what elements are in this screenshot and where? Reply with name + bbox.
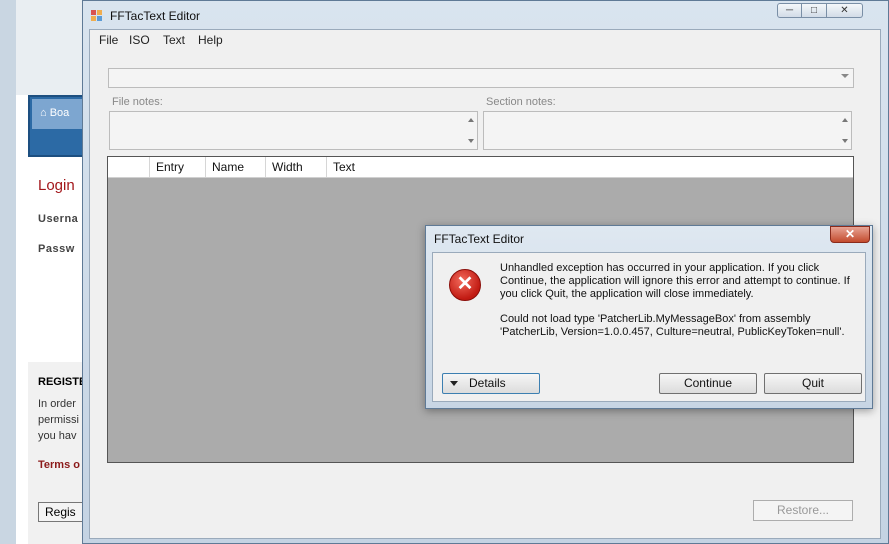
section-notes-textbox[interactable] bbox=[483, 111, 852, 150]
login-title: Login bbox=[38, 177, 75, 194]
username-label: Userna bbox=[38, 213, 79, 225]
section-notes-label: Section notes: bbox=[486, 96, 556, 108]
terms-label[interactable]: Terms o bbox=[38, 459, 80, 471]
dialog-title: FFTacText Editor bbox=[434, 232, 525, 246]
file-notes-label: File notes: bbox=[112, 96, 163, 108]
scroll-down-icon[interactable] bbox=[468, 139, 474, 143]
maximize-button[interactable]: □ bbox=[802, 3, 827, 18]
scroll-up-icon[interactable] bbox=[842, 118, 848, 122]
dialog-close-button[interactable]: ✕ bbox=[830, 226, 870, 243]
details-button-label: Details bbox=[469, 376, 506, 390]
menu-file[interactable]: File bbox=[99, 33, 118, 47]
app-icon bbox=[91, 10, 103, 22]
window-controls: ─ □ ✕ bbox=[777, 3, 863, 20]
column-header-width[interactable]: Width bbox=[265, 157, 326, 177]
nav-tab-label: ⌂ Boa bbox=[40, 107, 70, 119]
details-button[interactable]: Details bbox=[442, 373, 540, 394]
menu-help[interactable]: Help bbox=[198, 33, 223, 47]
scroll-up-icon[interactable] bbox=[468, 118, 474, 122]
continue-button[interactable]: Continue bbox=[659, 373, 757, 394]
register-button[interactable]: Regis bbox=[38, 502, 88, 522]
menu-bar: File ISO Text Help bbox=[90, 30, 880, 49]
error-detail: Could not load type 'PatcherLib.MyMessag… bbox=[500, 313, 845, 338]
password-label: Passw bbox=[38, 243, 75, 255]
file-select-dropdown[interactable] bbox=[108, 68, 854, 88]
window-title: FFTacText Editor bbox=[110, 9, 201, 23]
register-title: REGISTE bbox=[38, 376, 87, 388]
dialog-body: ✕ Unhandled exception has occurred in yo… bbox=[432, 252, 866, 402]
file-notes-textbox[interactable] bbox=[109, 111, 478, 150]
login-panel bbox=[28, 168, 86, 358]
row-header-corner bbox=[108, 157, 149, 177]
register-text-line: In order bbox=[38, 398, 76, 410]
error-message: Unhandled exception has occurred in your… bbox=[500, 262, 850, 300]
menu-iso[interactable]: ISO bbox=[129, 33, 150, 47]
column-header-entry[interactable]: Entry bbox=[149, 157, 205, 177]
menu-text[interactable]: Text bbox=[163, 33, 185, 47]
close-button[interactable]: ✕ bbox=[827, 3, 863, 18]
register-text-line: you hav bbox=[38, 430, 77, 442]
chevron-down-icon bbox=[450, 381, 458, 386]
column-header-text[interactable]: Text bbox=[326, 157, 526, 177]
grid-header: Entry Name Width Text bbox=[108, 157, 853, 178]
error-dialog: FFTacText Editor ✕ ✕ Unhandled exception… bbox=[425, 225, 873, 409]
column-header-name[interactable]: Name bbox=[205, 157, 265, 177]
restore-button[interactable]: Restore... bbox=[753, 500, 853, 521]
quit-button[interactable]: Quit bbox=[764, 373, 862, 394]
error-icon: ✕ bbox=[449, 269, 481, 301]
chevron-down-icon[interactable] bbox=[841, 74, 849, 78]
minimize-button[interactable]: ─ bbox=[777, 3, 802, 18]
window-titlebar[interactable]: FFTacText Editor ─ □ ✕ bbox=[83, 1, 888, 29]
browser-frame-edge bbox=[0, 0, 17, 544]
scroll-down-icon[interactable] bbox=[842, 139, 848, 143]
register-text-line: permissi bbox=[38, 414, 79, 426]
